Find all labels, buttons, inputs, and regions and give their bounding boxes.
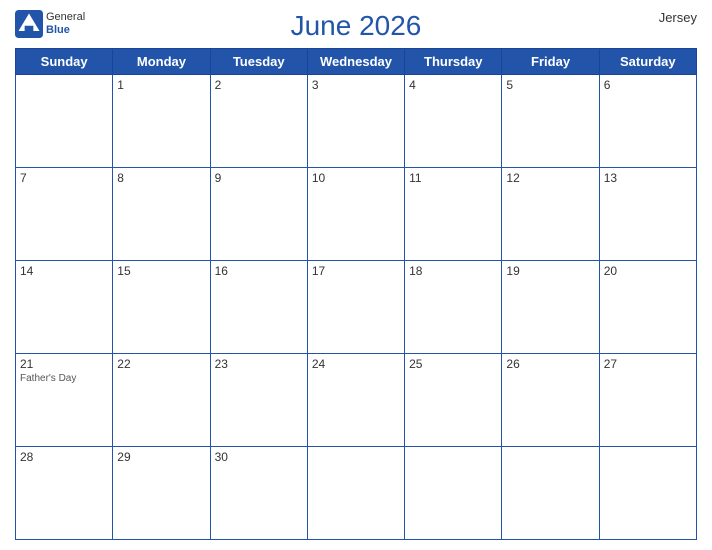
date-number: 1	[117, 78, 205, 92]
date-number: 18	[409, 264, 497, 278]
calendar-week-row: 21 Father's Day 22 23 24 25 26 27	[16, 354, 697, 447]
calendar-header: General Blue June 2026 Jersey	[15, 10, 697, 42]
calendar-cell: 10	[307, 168, 404, 261]
date-number: 23	[215, 357, 303, 371]
date-number: 20	[604, 264, 692, 278]
calendar-cell	[405, 447, 502, 540]
calendar-cell	[16, 75, 113, 168]
calendar-cell: 21 Father's Day	[16, 354, 113, 447]
date-number: 15	[117, 264, 205, 278]
calendar-week-row: 123456	[16, 75, 697, 168]
calendar-title: June 2026	[291, 10, 422, 42]
calendar-cell	[599, 447, 696, 540]
calendar-cell: 25	[405, 354, 502, 447]
calendar-cell: 24	[307, 354, 404, 447]
date-number: 25	[409, 357, 497, 371]
date-number: 24	[312, 357, 400, 371]
calendar-cell: 3	[307, 75, 404, 168]
calendar-cell: 30	[210, 447, 307, 540]
date-number: 8	[117, 171, 205, 185]
calendar-week-row: 14 15 16 17 18 19 20	[16, 261, 697, 354]
date-number: 16	[215, 264, 303, 278]
logo-blue-text: Blue	[46, 24, 85, 37]
calendar-cell: 19	[502, 261, 599, 354]
calendar-cell: 28	[16, 447, 113, 540]
date-number: 30	[215, 450, 303, 464]
date-number: 7	[20, 171, 108, 185]
calendar-cell: 7	[16, 168, 113, 261]
calendar-cell	[307, 447, 404, 540]
date-number: 29	[117, 450, 205, 464]
calendar-cell: 17	[307, 261, 404, 354]
calendar-cell: 1	[113, 75, 210, 168]
date-number: 14	[20, 264, 108, 278]
calendar-cell: 29	[113, 447, 210, 540]
header-thursday: Thursday	[405, 49, 502, 75]
weekday-header-row: Sunday Monday Tuesday Wednesday Thursday…	[16, 49, 697, 75]
calendar-cell: 8	[113, 168, 210, 261]
generalblue-logo-icon	[15, 10, 43, 38]
event-label: Father's Day	[20, 373, 108, 384]
header-saturday: Saturday	[599, 49, 696, 75]
logo-text: General Blue	[46, 11, 85, 37]
date-number: 13	[604, 171, 692, 185]
header-sunday: Sunday	[16, 49, 113, 75]
date-number: 28	[20, 450, 108, 464]
date-number: 12	[506, 171, 594, 185]
logo-area: General Blue	[15, 10, 85, 38]
region-label: Jersey	[659, 10, 697, 25]
calendar-cell: 14	[16, 261, 113, 354]
calendar-cell: 26	[502, 354, 599, 447]
date-number: 19	[506, 264, 594, 278]
date-number: 21	[20, 357, 108, 371]
header-friday: Friday	[502, 49, 599, 75]
calendar-cell: 11	[405, 168, 502, 261]
header-monday: Monday	[113, 49, 210, 75]
header-wednesday: Wednesday	[307, 49, 404, 75]
calendar-week-row: 789 10 11 12 13	[16, 168, 697, 261]
date-number: 17	[312, 264, 400, 278]
date-number: 3	[312, 78, 400, 92]
date-number: 27	[604, 357, 692, 371]
calendar-cell: 15	[113, 261, 210, 354]
calendar-cell: 12	[502, 168, 599, 261]
calendar-cell: 9	[210, 168, 307, 261]
date-number: 5	[506, 78, 594, 92]
calendar-container: General Blue June 2026 Jersey Sunday Mon…	[0, 0, 712, 550]
date-number: 2	[215, 78, 303, 92]
date-number: 9	[215, 171, 303, 185]
calendar-cell: 20	[599, 261, 696, 354]
calendar-cell: 4	[405, 75, 502, 168]
calendar-table: Sunday Monday Tuesday Wednesday Thursday…	[15, 48, 697, 540]
date-number: 6	[604, 78, 692, 92]
date-number: 26	[506, 357, 594, 371]
calendar-cell: 6	[599, 75, 696, 168]
calendar-cell: 22	[113, 354, 210, 447]
header-tuesday: Tuesday	[210, 49, 307, 75]
date-number: 10	[312, 171, 400, 185]
date-number: 4	[409, 78, 497, 92]
date-number: 22	[117, 357, 205, 371]
logo-general-text: General	[46, 11, 85, 24]
calendar-cell	[502, 447, 599, 540]
date-number: 11	[409, 171, 497, 185]
calendar-cell: 5	[502, 75, 599, 168]
calendar-cell: 23	[210, 354, 307, 447]
calendar-cell: 2	[210, 75, 307, 168]
calendar-cell: 27	[599, 354, 696, 447]
calendar-cell: 13	[599, 168, 696, 261]
calendar-cell: 16	[210, 261, 307, 354]
calendar-cell: 18	[405, 261, 502, 354]
calendar-week-row: 28 29 30	[16, 447, 697, 540]
